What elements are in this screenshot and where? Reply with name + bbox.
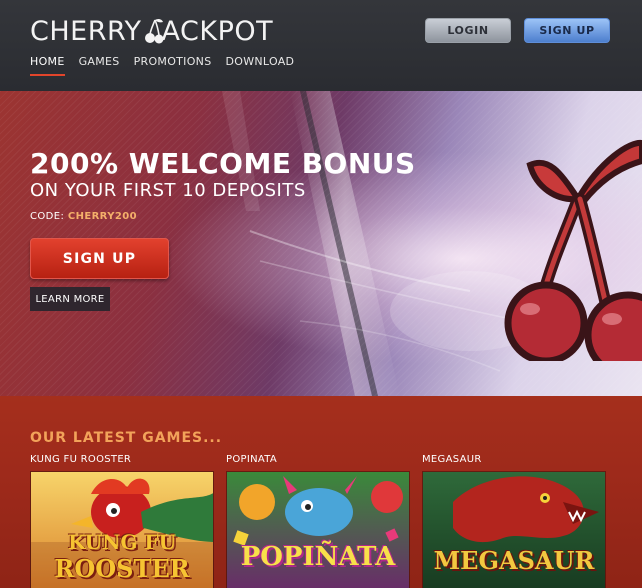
main-nav: HOME GAMES PROMOTIONS DOWNLOAD <box>30 55 294 76</box>
game-art-title: POPIÑATA <box>240 542 396 572</box>
game-card-kung-fu-rooster[interactable]: KUNG FU ROOSTER KUNG FU ROOSTER <box>30 454 214 588</box>
latest-games-heading: OUR LATEST GAMES... <box>30 430 223 446</box>
site-logo[interactable]: CHERRY ACKPOT <box>30 14 273 48</box>
hero-signup-button[interactable]: SIGN UP <box>30 238 169 279</box>
latest-games-section: OUR LATEST GAMES... KUNG FU ROOSTER KUNG… <box>0 396 642 588</box>
nav-item-home[interactable]: HOME <box>30 55 65 76</box>
hero-banner: 200% WELCOME BONUS ON YOUR FIRST 10 DEPO… <box>0 91 642 396</box>
nav-item-download[interactable]: DOWNLOAD <box>225 55 294 76</box>
promo-code-value: CHERRY200 <box>67 211 137 222</box>
game-title: KUNG FU ROOSTER <box>30 454 132 465</box>
login-button[interactable]: LOGIN <box>425 18 511 43</box>
game-art-title: KUNG FU <box>67 530 177 554</box>
game-art-subtitle: ROOSTER <box>54 554 190 583</box>
nav-item-games[interactable]: GAMES <box>79 55 120 76</box>
game-title: POPINATA <box>226 454 277 465</box>
promo-code: CODE: CHERRY200 <box>30 211 137 222</box>
game-art-title: MEGASAUR <box>433 546 595 575</box>
cherry-logo-icon <box>144 18 164 44</box>
game-thumbnail[interactable]: POPIÑATA <box>226 471 410 588</box>
promo-code-label: CODE: <box>30 211 68 222</box>
cherry-icon <box>504 139 642 361</box>
game-thumbnail[interactable]: KUNG FU ROOSTER <box>30 471 214 588</box>
hero-subtitle: ON YOUR FIRST 10 DEPOSITS <box>30 180 306 201</box>
game-thumbnail[interactable]: MEGASAUR <box>422 471 606 588</box>
header-signup-button[interactable]: SIGN UP <box>524 18 610 43</box>
nav-item-promotions[interactable]: PROMOTIONS <box>134 55 212 76</box>
game-card-popinata[interactable]: POPINATA POPIÑATA <box>226 454 410 588</box>
game-title: MEGASAUR <box>422 454 482 465</box>
hero-title: 200% WELCOME BONUS <box>30 147 416 180</box>
logo-text-left: CHERRY <box>30 15 142 47</box>
game-card-megasaur[interactable]: MEGASAUR MEGASAUR <box>422 454 606 588</box>
logo-text-right: ACKPOT <box>161 15 274 47</box>
site-header: CHERRY ACKPOT HOME GAMES PROMOTIONS DOWN… <box>0 0 642 91</box>
learn-more-button[interactable]: LEARN MORE <box>30 287 110 311</box>
